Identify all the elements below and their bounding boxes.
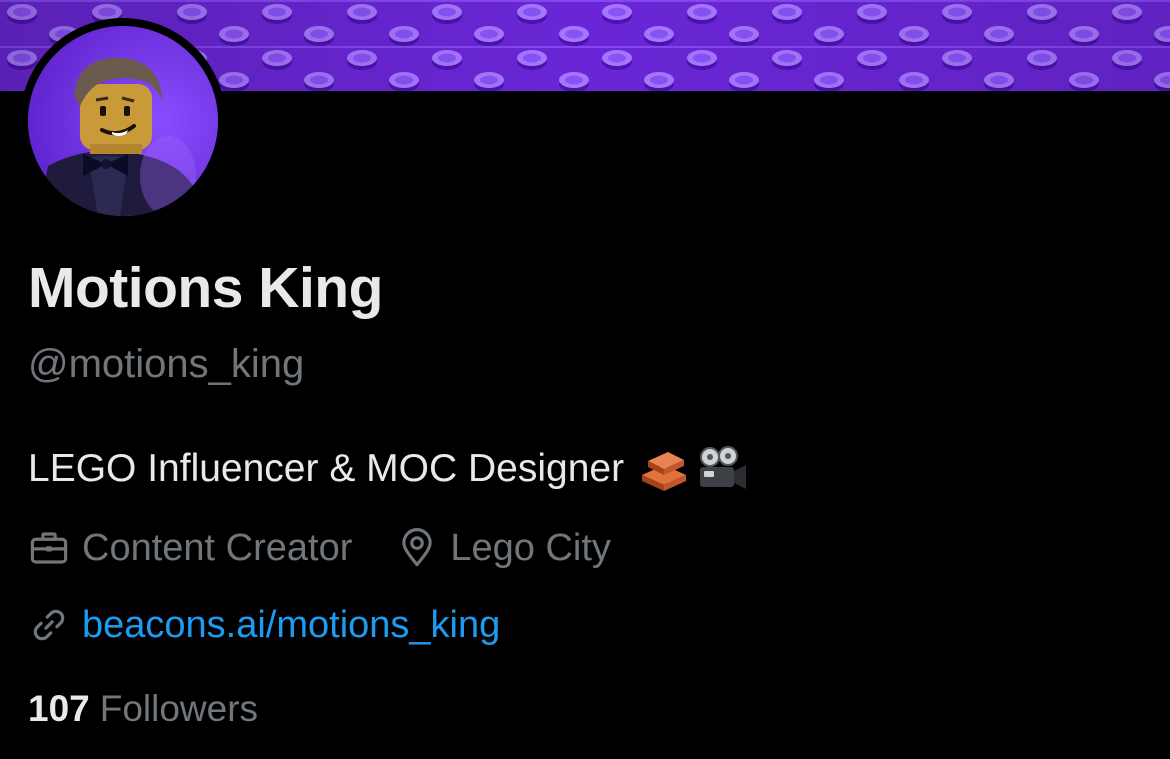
- brick-emoji: [638, 445, 690, 493]
- movie-camera-emoji: [696, 445, 748, 493]
- location-pin-icon: [402, 528, 433, 567]
- profile-meta-row: Content Creator Lego City: [28, 525, 611, 571]
- avatar[interactable]: [28, 26, 218, 216]
- profile-location: Lego City: [396, 527, 611, 570]
- category-label: Content Creator: [82, 526, 353, 569]
- display-name: Motions King: [28, 256, 383, 320]
- profile-website: beacons.ai/motions_king: [28, 602, 500, 648]
- followers-link[interactable]: 107 Followers: [28, 688, 258, 730]
- location-label: Lego City: [450, 526, 611, 569]
- bio-text: LEGO Influencer & MOC Designer: [28, 447, 625, 490]
- avatar-frame[interactable]: [20, 18, 226, 224]
- followers-count: 107: [28, 688, 90, 729]
- user-handle: @motions_king: [28, 342, 305, 386]
- link-icon: [33, 609, 65, 641]
- profile-category: Content Creator: [28, 527, 352, 570]
- bio: LEGO Influencer & MOC Designer: [28, 441, 748, 497]
- lego-minifigure-avatar-image: [28, 26, 218, 216]
- website-link[interactable]: beacons.ai/motions_king: [82, 604, 500, 647]
- followers-label: Followers: [99, 688, 259, 729]
- briefcase-icon: [30, 532, 68, 564]
